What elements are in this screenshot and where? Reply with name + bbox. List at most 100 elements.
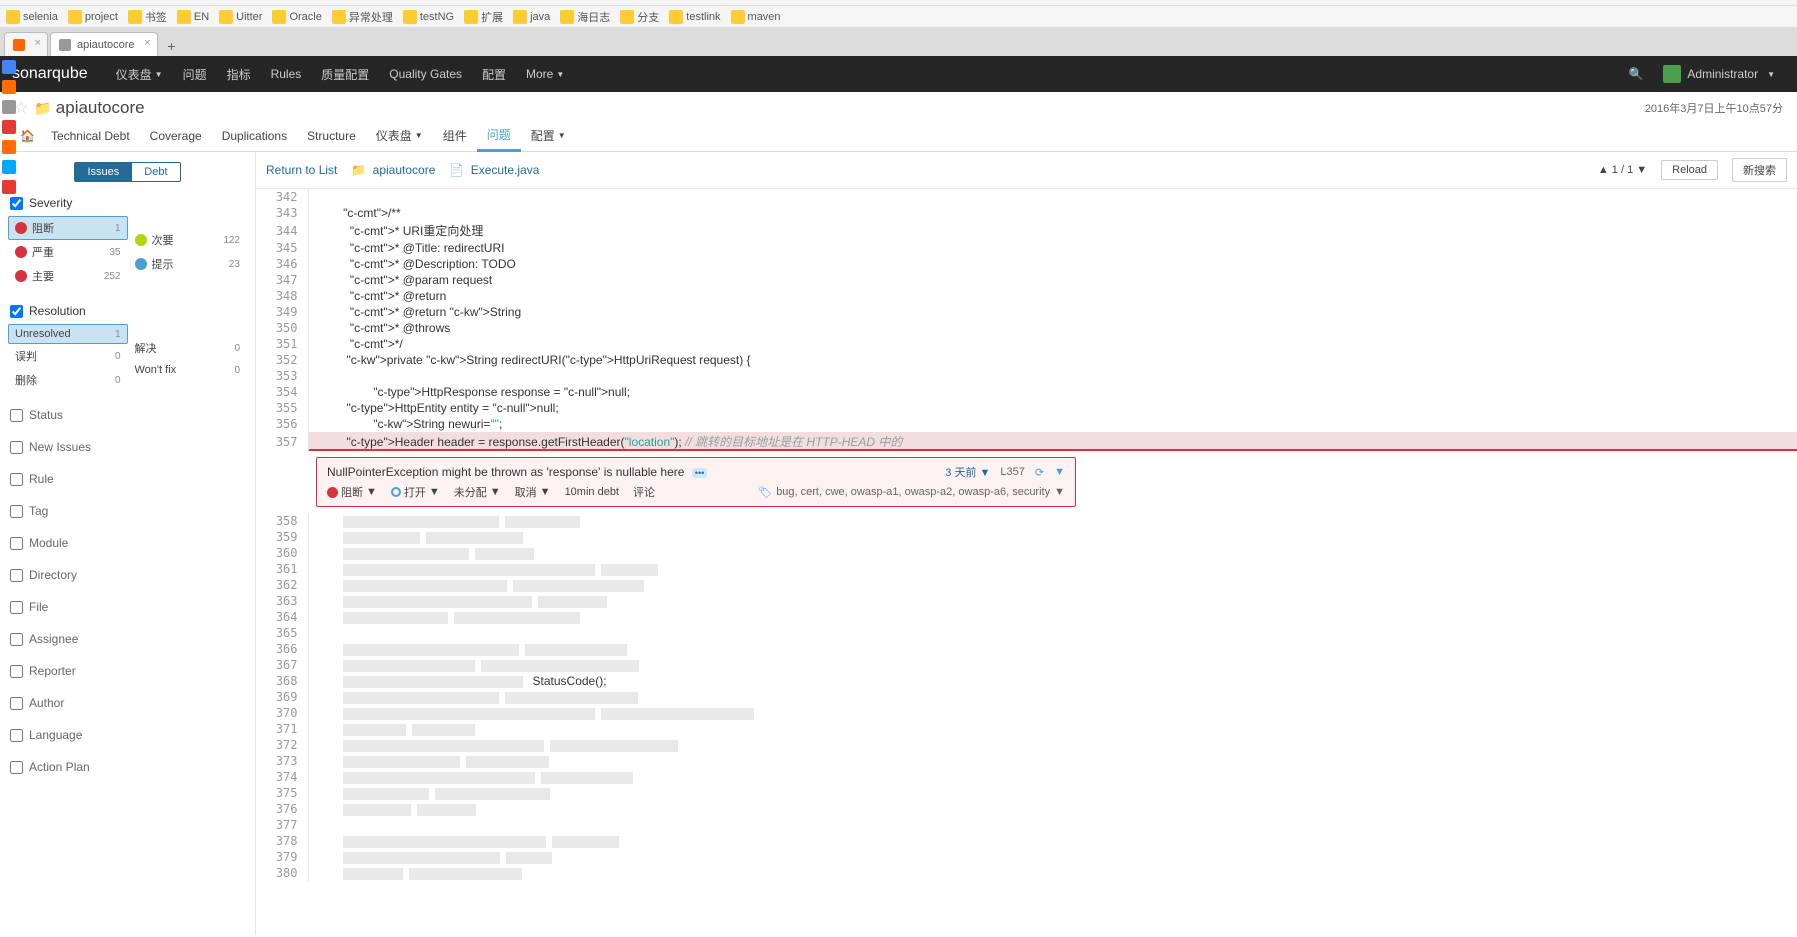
facet-collapsed[interactable]: Tag (8, 500, 247, 522)
issue-age[interactable]: 3 天前 ▼ (945, 464, 990, 480)
line-number: 371 (256, 721, 308, 737)
facet-collapsed[interactable]: Assignee (8, 628, 247, 650)
severity-item[interactable]: 次要122 (128, 228, 248, 252)
tab-structure[interactable]: Structure (297, 120, 366, 152)
bookmark-item[interactable]: project (68, 10, 118, 24)
new-search-button[interactable]: 新搜索 (1732, 158, 1787, 182)
resolution-item[interactable]: 误判0 (8, 344, 128, 368)
bookmark-item[interactable]: Oracle (272, 10, 321, 24)
facet-collapsed[interactable]: Language (8, 724, 247, 746)
code-viewer[interactable]: 342343 "c-cmt">/**344 "c-cmt">* URI重定向处理… (256, 189, 1797, 935)
severity-item[interactable]: 阻断1 (8, 216, 128, 240)
bookmark-item[interactable]: testNG (403, 10, 454, 24)
issue-status[interactable]: 打开 ▼ (391, 484, 440, 500)
nav-search-icon[interactable]: 🔍 (1618, 56, 1653, 92)
line-number: 345 (256, 240, 308, 256)
resolution-item[interactable]: Won't fix0 (128, 360, 248, 380)
code-line-blurred (308, 513, 1797, 529)
breadcrumb-project[interactable]: apiautocore (373, 163, 436, 177)
facet-collapsed[interactable]: Module (8, 532, 247, 554)
bookmark-item[interactable]: 分支 (620, 9, 659, 25)
new-tab-button[interactable]: + (160, 36, 184, 56)
facet-collapsed[interactable]: Reporter (8, 660, 247, 682)
bookmark-item[interactable]: 书签 (128, 9, 167, 25)
facet-severity-header[interactable]: Severity (8, 192, 247, 214)
issue-plan[interactable]: 取消 ▼ (515, 484, 551, 500)
logo: sonarqube (12, 65, 88, 83)
issue-severity[interactable]: 阻断 ▼ (327, 484, 377, 500)
nav-settings[interactable]: 配置 (472, 56, 516, 92)
project-home-icon[interactable]: 🏠 (14, 120, 41, 152)
code-line-blurred (308, 625, 1797, 641)
code-line-blurred (308, 817, 1797, 833)
bookmark-item[interactable]: EN (177, 10, 209, 24)
issue-perma-icon[interactable]: ⟳ (1035, 466, 1044, 479)
code-line-blurred (308, 689, 1797, 705)
facet-severity: Severity 阻断1严重35主要252 次要122提示23 (8, 192, 247, 290)
issue-tags[interactable]: 🏷 bug, cert, cwe, owasp-a1, owasp-a2, ow… (758, 486, 1065, 499)
tab-duplications[interactable]: Duplications (212, 120, 297, 152)
tab-technical-debt[interactable]: Technical Debt (41, 120, 140, 152)
issue-more-icon[interactable]: ••• (692, 468, 707, 478)
issue-comment[interactable]: 评论 (633, 484, 655, 500)
toggle-debt[interactable]: Debt (132, 162, 180, 182)
nav-user-menu[interactable]: Administrator▼ (1653, 56, 1785, 92)
facet-collapsed[interactable]: File (8, 596, 247, 618)
facet-resolution-header[interactable]: Resolution (8, 300, 247, 322)
resolution-item[interactable]: 删除0 (8, 368, 128, 392)
bookmark-item[interactable]: testlink (669, 10, 720, 24)
facet-resolution-checkbox[interactable] (10, 305, 23, 318)
bookmark-item[interactable]: maven (731, 10, 781, 24)
return-to-list[interactable]: Return to List (266, 163, 337, 177)
nav-quality-gates[interactable]: Quality Gates (379, 56, 472, 92)
browser-tab[interactable]: apiautocore× (50, 32, 158, 56)
line-number: 360 (256, 545, 308, 561)
tags-icon: 🏷 (758, 486, 772, 499)
severity-item[interactable]: 主要252 (8, 264, 128, 288)
bookmark-item[interactable]: 异常处理 (332, 9, 393, 25)
nav-measures[interactable]: 指标 (217, 56, 261, 92)
bookmark-item[interactable]: Uitter (219, 10, 262, 24)
project-title: apiautocore (56, 98, 145, 118)
tab-coverage[interactable]: Coverage (140, 120, 212, 152)
facet-collapsed[interactable]: Author (8, 692, 247, 714)
nav-issues[interactable]: 问题 (173, 56, 217, 92)
issue-assign[interactable]: 未分配 ▼ (454, 484, 501, 500)
tab-admin[interactable]: 配置▼ (521, 120, 576, 152)
tab-issues[interactable]: 问题 (477, 120, 521, 152)
nav-rules[interactable]: Rules (261, 56, 312, 92)
project-icon: 📁 (34, 100, 51, 117)
tab-components[interactable]: 组件 (433, 120, 477, 152)
bookmark-item[interactable]: 扩展 (464, 9, 503, 25)
close-icon[interactable]: × (35, 37, 41, 49)
code-line (308, 189, 1797, 205)
nav-quality-profiles[interactable]: 质量配置 (311, 56, 379, 92)
facet-collapsed[interactable]: Rule (8, 468, 247, 490)
severity-item[interactable]: 严重35 (8, 240, 128, 264)
facet-collapsed[interactable]: Directory (8, 564, 247, 586)
line-number: 344 (256, 221, 308, 240)
facet-collapsed[interactable]: Status (8, 404, 247, 426)
nav-more[interactable]: More▼ (516, 56, 574, 92)
nav-dashboards[interactable]: 仪表盘▼ (106, 56, 173, 92)
bookmark-item[interactable]: java (513, 10, 550, 24)
bookmark-item[interactable]: 海日志 (560, 9, 610, 25)
bookmark-item[interactable]: selenia (6, 10, 58, 24)
resolution-item[interactable]: Unresolved1 (8, 324, 128, 344)
issue-filter-icon[interactable]: ▼ (1054, 466, 1065, 478)
toggle-issues[interactable]: Issues (74, 162, 132, 182)
facet-severity-checkbox[interactable] (10, 197, 23, 210)
facet-collapsed[interactable]: Action Plan (8, 756, 247, 778)
resolution-item[interactable]: 解决0 (128, 336, 248, 360)
breadcrumb-file[interactable]: Execute.java (471, 163, 540, 177)
browser-tab[interactable]: × (4, 32, 48, 56)
reload-button[interactable]: Reload (1661, 160, 1718, 180)
facet-collapsed[interactable]: New Issues (8, 436, 247, 458)
code-line-blurred (308, 577, 1797, 593)
line-number: 357 (256, 432, 308, 451)
severity-item[interactable]: 提示23 (128, 252, 248, 276)
tab-dashboards[interactable]: 仪表盘▼ (366, 120, 433, 152)
close-icon[interactable]: × (144, 37, 150, 49)
project-nav: 🏠 Technical Debt Coverage Duplications S… (0, 120, 1797, 152)
code-line-blurred (308, 593, 1797, 609)
